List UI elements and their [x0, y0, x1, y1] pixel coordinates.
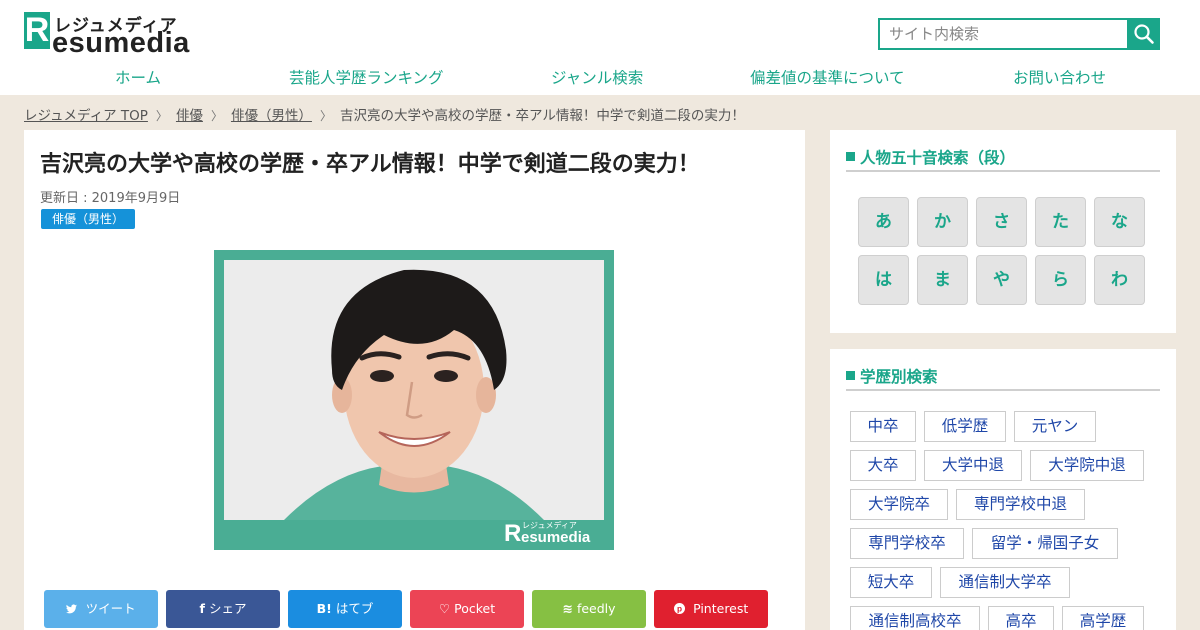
facebook-share-label: シェア [208, 601, 247, 616]
tag-link[interactable]: 大学院中退 [1030, 450, 1144, 481]
pocket-label: Pocket [454, 601, 496, 616]
logo-wordmark: esumedia [52, 27, 190, 59]
chevron-right-icon: 〉 [210, 109, 223, 123]
tag-link[interactable]: 高卒 [988, 606, 1054, 630]
updated-date: 更新日 : 2019年9月9日 [40, 191, 181, 206]
tag-link[interactable]: 通信制大学卒 [940, 567, 1070, 598]
tag-link[interactable]: 元ヤン [1014, 411, 1096, 442]
tag-link[interactable]: 専門学校卒 [850, 528, 964, 559]
kana-button-a[interactable]: あ [858, 197, 909, 247]
logo-r-mark: R [24, 11, 50, 49]
tag-link[interactable]: 留学・帰国子女 [972, 528, 1118, 559]
chevron-right-icon: 〉 [319, 109, 332, 123]
breadcrumb: レジュメディア TOP 〉俳優〉俳優（男性）〉吉沢亮の大学や高校の学歴・卒アル情報… [24, 104, 745, 124]
hatena-label: はてブ [335, 601, 374, 616]
site-search [878, 18, 1160, 50]
search-button[interactable] [1127, 18, 1160, 50]
pinterest-label: Pinterest [693, 601, 749, 616]
nav-deviation-standard[interactable]: 偏差値の基準について [750, 66, 905, 88]
twitter-icon [66, 601, 81, 616]
kana-button-ha[interactable]: は [858, 255, 909, 305]
feedly-icon: ≋ [562, 601, 573, 616]
education-search-title-text: 学歴別検索 [860, 368, 938, 386]
kana-search-title-text: 人物五十音検索（段） [860, 149, 1016, 167]
tag-link[interactable]: 低学歴 [924, 411, 1006, 442]
kana-button-ka[interactable]: か [917, 197, 968, 247]
tweet-button[interactable]: ツイート [44, 590, 158, 628]
nav-genre-search[interactable]: ジャンル検索 [551, 66, 643, 88]
tag-link[interactable]: 短大卒 [850, 567, 932, 598]
pocket-icon: ♡ [438, 601, 451, 616]
hatena-bookmark-button[interactable]: B! はてブ [288, 590, 402, 628]
breadcrumb-actor[interactable]: 俳優 [176, 108, 203, 124]
kana-search-title: 人物五十音検索（段） [846, 146, 1160, 172]
kana-button-ya[interactable]: や [976, 255, 1027, 305]
site-logo[interactable]: R レジュメディア esumedia [24, 11, 214, 58]
tag-link[interactable]: 専門学校中退 [956, 489, 1085, 520]
kana-search-widget: 人物五十音検索（段） あ か さ た な は ま や ら わ [830, 130, 1176, 333]
square-bullet-icon [846, 371, 855, 380]
nav-ranking[interactable]: 芸能人学歴ランキング [289, 66, 444, 88]
search-icon [1134, 24, 1154, 44]
svg-text:p: p [677, 605, 682, 614]
watermark-r-mark: R [504, 520, 522, 547]
site-header: R レジュメディア esumedia ホーム 芸能人学歴ランキング ジャンル検索… [0, 0, 1200, 95]
kana-button-sa[interactable]: さ [976, 197, 1027, 247]
hatena-icon: B! [316, 601, 332, 616]
kana-button-na[interactable]: な [1094, 197, 1145, 247]
global-nav: ホーム 芸能人学歴ランキング ジャンル検索 偏差値の基準について お問い合わせ [0, 62, 1200, 90]
education-search-widget: 学歴別検索 中卒 低学歴 元ヤン 大卒 大学中退 大学院中退 大学院卒 専門学校… [830, 349, 1176, 630]
tag-link[interactable]: 大卒 [850, 450, 916, 481]
tweet-label: ツイート [85, 601, 136, 616]
facebook-icon: f [199, 601, 205, 616]
tag-link[interactable]: 大学中退 [924, 450, 1022, 481]
kana-button-ma[interactable]: ま [917, 255, 968, 305]
kana-button-ra[interactable]: ら [1035, 255, 1086, 305]
tag-link[interactable]: 通信制高校卒 [850, 606, 980, 630]
nav-contact[interactable]: お問い合わせ [1013, 66, 1106, 88]
facebook-share-button[interactable]: f シェア [166, 590, 280, 628]
nav-home[interactable]: ホーム [115, 66, 161, 88]
search-input[interactable] [878, 18, 1129, 50]
feedly-label: feedly [576, 601, 616, 616]
breadcrumb-actor-male[interactable]: 俳優（男性） [231, 108, 312, 124]
category-badge[interactable]: 俳優（男性） [41, 209, 136, 229]
pinterest-icon: p [673, 601, 689, 616]
pocket-button[interactable]: ♡ Pocket [410, 590, 524, 628]
portrait-photo [224, 260, 604, 520]
pinterest-button[interactable]: p Pinterest [654, 590, 768, 628]
kana-button-ta[interactable]: た [1035, 197, 1086, 247]
square-bullet-icon [846, 152, 855, 161]
tag-link[interactable]: 高学歴 [1062, 606, 1144, 630]
watermark-logo: R レジュメディア esumedia [504, 520, 609, 547]
feedly-button[interactable]: ≋ feedly [532, 590, 646, 628]
watermark-wordmark: esumedia [521, 529, 591, 546]
breadcrumb-top[interactable]: レジュメディア TOP [24, 108, 148, 124]
education-search-title: 学歴別検索 [846, 365, 1160, 391]
kana-button-wa[interactable]: わ [1094, 255, 1145, 305]
tag-link[interactable]: 大学院卒 [850, 489, 948, 520]
chevron-right-icon: 〉 [155, 109, 168, 123]
article-title: 吉沢亮の大学や高校の学歴・卒アル情報！中学で剣道二段の実力！ [40, 152, 700, 177]
tag-link[interactable]: 中卒 [850, 411, 916, 442]
article: 吉沢亮の大学や高校の学歴・卒アル情報！中学で剣道二段の実力！ 更新日 : 201… [24, 130, 805, 630]
featured-image: R レジュメディア esumedia [214, 250, 614, 550]
breadcrumb-current: 吉沢亮の大学や高校の学歴・卒アル情報！中学で剣道二段の実力！ [339, 108, 745, 124]
